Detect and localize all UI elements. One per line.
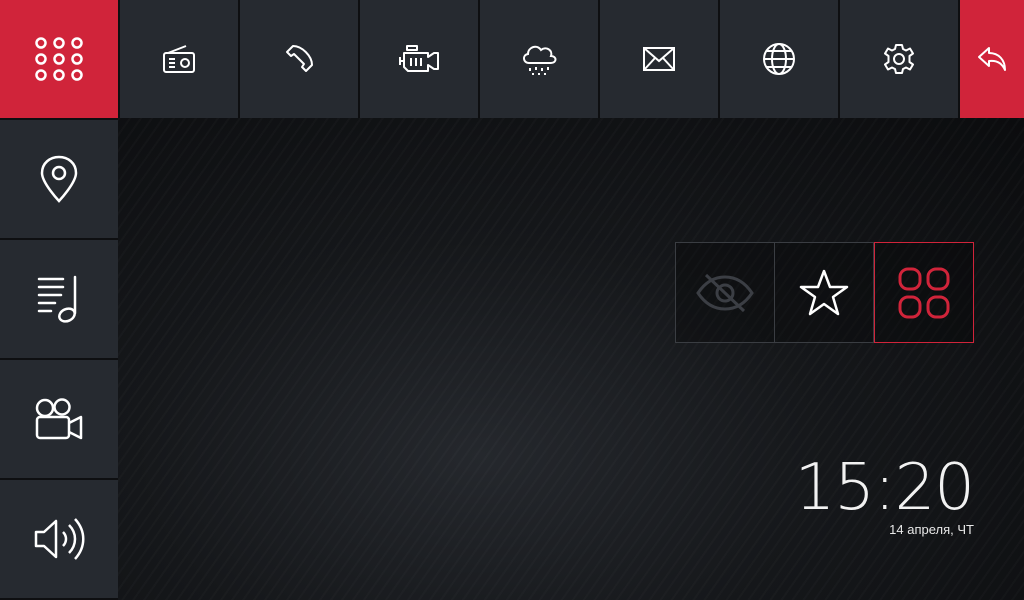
settings-button[interactable] (840, 0, 958, 118)
video-camera-icon (34, 398, 84, 440)
phone-button[interactable] (240, 0, 358, 118)
globe-icon (762, 42, 796, 76)
music-button[interactable] (0, 240, 118, 358)
mail-button[interactable] (600, 0, 718, 118)
star-icon (799, 269, 849, 317)
music-list-icon (37, 275, 81, 323)
back-button[interactable] (960, 0, 1024, 118)
map-pin-icon (39, 155, 79, 203)
engine-button[interactable] (360, 0, 478, 118)
clock-time: 15:20 (794, 451, 975, 525)
menu-button[interactable] (0, 0, 118, 118)
speaker-volume-icon (33, 516, 85, 562)
navigation-button[interactable] (0, 120, 118, 238)
clock-widget: 15:20 14 апреля, ЧТ (794, 451, 975, 537)
engine-icon (398, 43, 440, 75)
gear-icon (883, 43, 915, 75)
weather-button[interactable] (480, 0, 598, 118)
apps-grid-icon (898, 267, 950, 319)
volume-button[interactable] (0, 480, 118, 598)
radio-icon (162, 44, 196, 74)
weather-cloud-rain-icon (520, 41, 558, 77)
top-bar (0, 0, 1024, 118)
grid-dots-icon (33, 37, 85, 81)
home-widget-controls (675, 242, 974, 343)
internet-button[interactable] (720, 0, 838, 118)
favorite-button[interactable] (775, 243, 874, 342)
hide-widget-button[interactable] (676, 243, 775, 342)
radio-button[interactable] (120, 0, 238, 118)
video-button[interactable] (0, 360, 118, 478)
sidebar (0, 120, 118, 600)
mail-icon (642, 46, 676, 72)
back-arrow-icon (977, 46, 1007, 72)
phone-icon (283, 43, 315, 75)
apps-button[interactable] (874, 242, 974, 343)
eye-off-icon (696, 271, 754, 315)
